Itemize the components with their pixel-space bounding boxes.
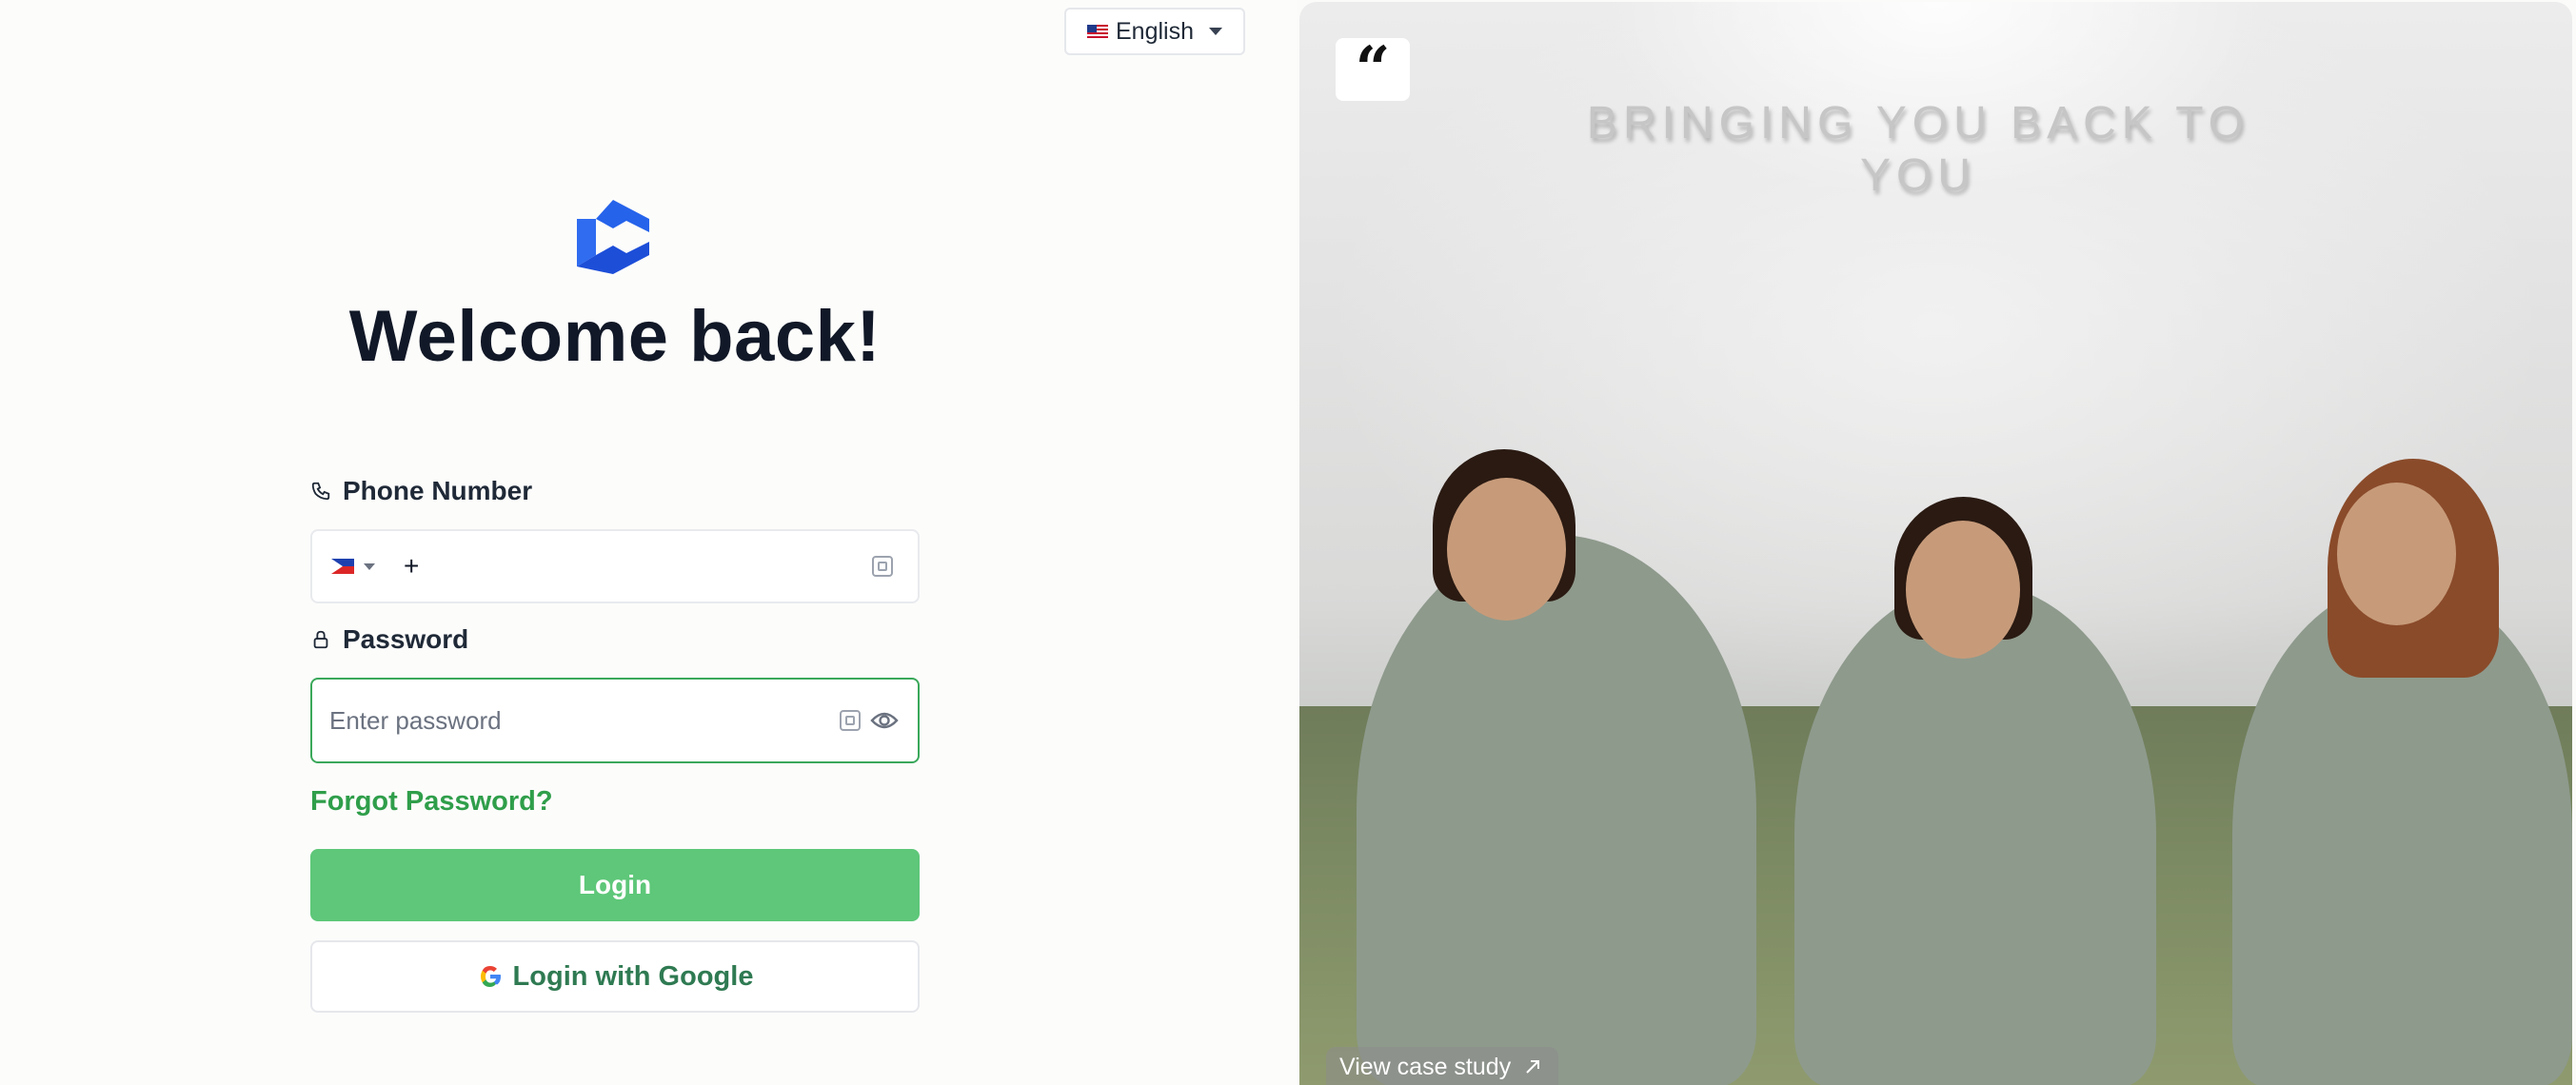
eye-icon[interactable]: [870, 709, 899, 732]
phone-label-text: Phone Number: [343, 476, 533, 505]
quote-icon: “: [1336, 38, 1410, 101]
person-middle-face: [1906, 521, 2020, 659]
password-label-text: Password: [343, 624, 469, 654]
language-label: English: [1116, 17, 1194, 45]
google-icon: [480, 966, 501, 987]
phone-icon: [311, 482, 330, 501]
person-left: [1357, 535, 1756, 1085]
page-title: Welcome back!: [348, 296, 882, 377]
country-dropdown-icon[interactable]: [364, 562, 375, 570]
promo-panel: BRINGING YOU BACK TO YOU “ View case stu…: [1299, 2, 2572, 1085]
person-right-face: [2337, 483, 2456, 625]
chevron-down-icon: [1209, 28, 1222, 35]
view-case-study-link[interactable]: View case study: [1326, 1047, 1559, 1085]
password-input[interactable]: Enter password: [329, 706, 502, 736]
lock-icon: [313, 630, 328, 649]
person-middle: [1794, 582, 2156, 1085]
autofill-icon[interactable]: [872, 556, 893, 577]
language-selector[interactable]: English: [1064, 8, 1245, 55]
phone-prefix: +: [404, 551, 420, 581]
phone-label: Phone Number: [310, 476, 532, 506]
brand-logo: [577, 200, 649, 274]
phone-field[interactable]: +: [310, 529, 920, 603]
login-button[interactable]: Login: [310, 849, 920, 921]
google-login-button[interactable]: Login with Google: [310, 940, 920, 1013]
forgot-password-link[interactable]: Forgot Password?: [310, 786, 553, 818]
google-login-label: Login with Google: [512, 960, 754, 992]
person-left-face: [1447, 478, 1566, 621]
password-field[interactable]: Enter password: [310, 678, 920, 763]
autofill-icon[interactable]: [840, 710, 861, 731]
case-study-label: View case study: [1339, 1053, 1512, 1080]
login-panel: English Welcome back! Phone Number + Pas…: [0, 0, 1297, 1085]
ph-flag-icon: [331, 559, 354, 574]
external-arrow-icon: [1526, 1060, 1540, 1074]
us-flag-icon: [1087, 25, 1108, 38]
password-label: Password: [310, 624, 468, 655]
promo-slogan: BRINGING YOU BACK TO YOU: [1586, 98, 2250, 201]
